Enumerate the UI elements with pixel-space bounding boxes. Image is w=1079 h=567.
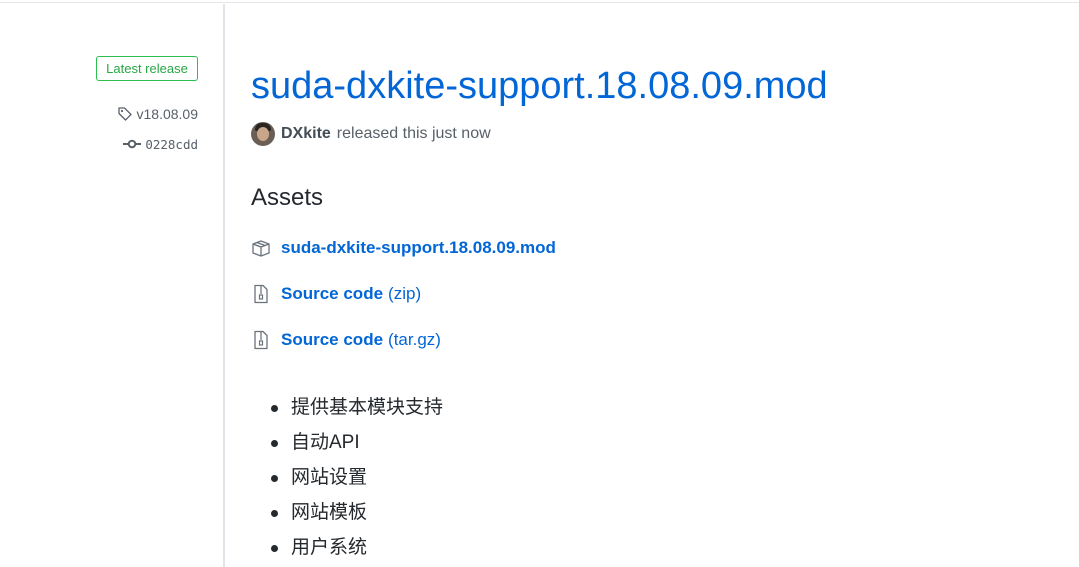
asset-source-targz[interactable]: Source code (tar.gz) bbox=[251, 328, 441, 352]
asset-name: Source code bbox=[281, 284, 384, 303]
tag-icon bbox=[117, 106, 133, 122]
avatar[interactable] bbox=[251, 122, 275, 146]
asset-source-zip[interactable]: Source code (zip) bbox=[251, 282, 421, 306]
tag-link[interactable]: v18.08.09 bbox=[117, 104, 199, 124]
latest-release-badge: Latest release bbox=[96, 56, 198, 81]
asset-name: suda-dxkite-support.18.08.09.mod bbox=[281, 238, 556, 257]
assets-heading: Assets bbox=[251, 184, 324, 211]
asset-ext: (tar.gz) bbox=[388, 330, 441, 349]
list-item: 用户系统 bbox=[271, 533, 443, 567]
git-commit-icon bbox=[123, 137, 142, 151]
file-zip-icon bbox=[251, 330, 271, 350]
release-title-link[interactable]: suda-dxkite-support.18.08.09.mod bbox=[251, 62, 828, 110]
asset-mod-file[interactable]: suda-dxkite-support.18.08.09.mod bbox=[251, 236, 556, 260]
timeline-divider bbox=[223, 4, 225, 567]
author-link[interactable]: DXkite bbox=[281, 125, 331, 143]
byline-text: released this just now bbox=[336, 125, 491, 142]
commit-link[interactable]: 0228cdd bbox=[123, 134, 198, 154]
tag-label: v18.08.09 bbox=[136, 106, 199, 122]
file-zip-icon bbox=[251, 284, 271, 304]
package-icon bbox=[251, 239, 271, 257]
list-item: 网站模板 bbox=[271, 498, 443, 533]
list-item: 提供基本模块支持 bbox=[271, 393, 443, 428]
release-notes-list: 提供基本模块支持 自动API 网站设置 网站模板 用户系统 bbox=[271, 393, 443, 567]
release-byline: DXkite released this just now bbox=[251, 121, 491, 147]
asset-name: Source code bbox=[281, 330, 384, 349]
list-item: 网站设置 bbox=[271, 463, 443, 498]
top-divider bbox=[0, 2, 1079, 3]
asset-ext: (zip) bbox=[388, 284, 422, 303]
commit-sha: 0228cdd bbox=[145, 136, 198, 152]
list-item: 自动API bbox=[271, 428, 443, 463]
